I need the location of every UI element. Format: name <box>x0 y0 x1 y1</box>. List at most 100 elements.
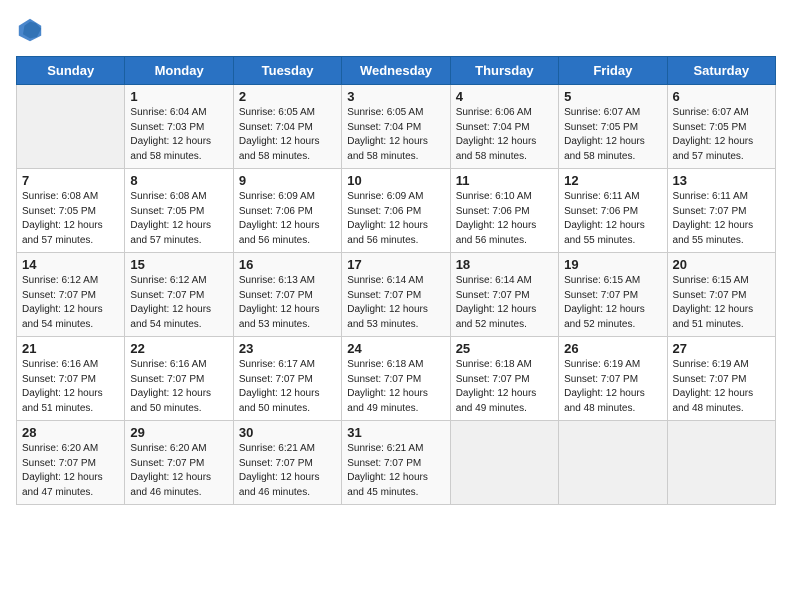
day-number: 4 <box>456 89 553 104</box>
day-info: Sunrise: 6:19 AM Sunset: 7:07 PM Dayligh… <box>673 358 770 416</box>
day-number: 13 <box>673 173 770 188</box>
calendar-cell: 20 Sunrise: 6:15 AM Sunset: 7:07 PM Dayli… <box>667 253 775 337</box>
day-number: 29 <box>130 425 227 440</box>
calendar-cell <box>667 421 775 505</box>
day-info: Sunrise: 6:08 AM Sunset: 7:05 PM Dayligh… <box>22 190 119 248</box>
calendar-week-5: 28 Sunrise: 6:20 AM Sunset: 7:07 PM Dayli… <box>17 421 776 505</box>
day-number: 27 <box>673 341 770 356</box>
day-number: 25 <box>456 341 553 356</box>
calendar-cell: 25 Sunrise: 6:18 AM Sunset: 7:07 PM Dayli… <box>450 337 558 421</box>
day-number: 2 <box>239 89 336 104</box>
calendar-cell: 19 Sunrise: 6:15 AM Sunset: 7:07 PM Dayli… <box>559 253 667 337</box>
day-number: 31 <box>347 425 444 440</box>
calendar-cell: 8 Sunrise: 6:08 AM Sunset: 7:05 PM Daylig… <box>125 169 233 253</box>
day-info: Sunrise: 6:14 AM Sunset: 7:07 PM Dayligh… <box>456 274 553 332</box>
weekday-saturday: Saturday <box>667 57 775 85</box>
calendar-cell: 13 Sunrise: 6:11 AM Sunset: 7:07 PM Dayli… <box>667 169 775 253</box>
day-number: 22 <box>130 341 227 356</box>
calendar-cell: 12Sunrise: 6:11 AM Sunset: 7:06 PM Dayli… <box>559 169 667 253</box>
day-info: Sunrise: 6:10 AM Sunset: 7:06 PM Dayligh… <box>456 190 553 248</box>
calendar-cell: 9 Sunrise: 6:09 AM Sunset: 7:06 PM Daylig… <box>233 169 341 253</box>
calendar-cell: 21Sunrise: 6:16 AM Sunset: 7:07 PM Dayli… <box>17 337 125 421</box>
weekday-thursday: Thursday <box>450 57 558 85</box>
day-number: 7 <box>22 173 119 188</box>
calendar-table: SundayMondayTuesdayWednesdayThursdayFrid… <box>16 56 776 505</box>
day-number: 1 <box>130 89 227 104</box>
day-info: Sunrise: 6:11 AM Sunset: 7:07 PM Dayligh… <box>673 190 770 248</box>
day-info: Sunrise: 6:13 AM Sunset: 7:07 PM Dayligh… <box>239 274 336 332</box>
day-info: Sunrise: 6:16 AM Sunset: 7:07 PM Dayligh… <box>130 358 227 416</box>
day-info: Sunrise: 6:05 AM Sunset: 7:04 PM Dayligh… <box>239 106 336 164</box>
page-header <box>16 16 776 44</box>
day-info: Sunrise: 6:21 AM Sunset: 7:07 PM Dayligh… <box>347 442 444 500</box>
day-info: Sunrise: 6:12 AM Sunset: 7:07 PM Dayligh… <box>22 274 119 332</box>
day-number: 19 <box>564 257 661 272</box>
day-info: Sunrise: 6:16 AM Sunset: 7:07 PM Dayligh… <box>22 358 119 416</box>
day-info: Sunrise: 6:04 AM Sunset: 7:03 PM Dayligh… <box>130 106 227 164</box>
calendar-week-3: 14 Sunrise: 6:12 AM Sunset: 7:07 PM Dayli… <box>17 253 776 337</box>
calendar-cell: 15 Sunrise: 6:12 AM Sunset: 7:07 PM Dayli… <box>125 253 233 337</box>
calendar-cell: 28Sunrise: 6:20 AM Sunset: 7:07 PM Dayli… <box>17 421 125 505</box>
calendar-body: 1 Sunrise: 6:04 AM Sunset: 7:03 PM Daylig… <box>17 85 776 505</box>
day-info: Sunrise: 6:18 AM Sunset: 7:07 PM Dayligh… <box>456 358 553 416</box>
day-info: Sunrise: 6:11 AM Sunset: 7:06 PM Dayligh… <box>564 190 661 248</box>
day-number: 23 <box>239 341 336 356</box>
day-number: 14 <box>22 257 119 272</box>
day-number: 15 <box>130 257 227 272</box>
calendar-cell: 2 Sunrise: 6:05 AM Sunset: 7:04 PM Daylig… <box>233 85 341 169</box>
day-info: Sunrise: 6:15 AM Sunset: 7:07 PM Dayligh… <box>564 274 661 332</box>
calendar-cell: 1 Sunrise: 6:04 AM Sunset: 7:03 PM Daylig… <box>125 85 233 169</box>
day-number: 30 <box>239 425 336 440</box>
calendar-cell: 6Sunrise: 6:07 AM Sunset: 7:05 PM Daylig… <box>667 85 775 169</box>
weekday-header-row: SundayMondayTuesdayWednesdayThursdayFrid… <box>17 57 776 85</box>
calendar-cell: 23 Sunrise: 6:17 AM Sunset: 7:07 PM Dayli… <box>233 337 341 421</box>
day-number: 20 <box>673 257 770 272</box>
day-info: Sunrise: 6:21 AM Sunset: 7:07 PM Dayligh… <box>239 442 336 500</box>
day-info: Sunrise: 6:07 AM Sunset: 7:05 PM Dayligh… <box>564 106 661 164</box>
calendar-week-1: 1 Sunrise: 6:04 AM Sunset: 7:03 PM Daylig… <box>17 85 776 169</box>
day-info: Sunrise: 6:06 AM Sunset: 7:04 PM Dayligh… <box>456 106 553 164</box>
weekday-monday: Monday <box>125 57 233 85</box>
weekday-tuesday: Tuesday <box>233 57 341 85</box>
day-number: 10 <box>347 173 444 188</box>
calendar-cell: 4 Sunrise: 6:06 AM Sunset: 7:04 PM Daylig… <box>450 85 558 169</box>
day-number: 9 <box>239 173 336 188</box>
calendar-week-4: 21Sunrise: 6:16 AM Sunset: 7:07 PM Dayli… <box>17 337 776 421</box>
logo-icon <box>16 16 44 44</box>
calendar-cell: 14 Sunrise: 6:12 AM Sunset: 7:07 PM Dayli… <box>17 253 125 337</box>
day-info: Sunrise: 6:19 AM Sunset: 7:07 PM Dayligh… <box>564 358 661 416</box>
calendar-cell: 29 Sunrise: 6:20 AM Sunset: 7:07 PM Dayli… <box>125 421 233 505</box>
calendar-cell <box>559 421 667 505</box>
day-info: Sunrise: 6:17 AM Sunset: 7:07 PM Dayligh… <box>239 358 336 416</box>
calendar-cell: 5Sunrise: 6:07 AM Sunset: 7:05 PM Daylig… <box>559 85 667 169</box>
calendar-cell: 3 Sunrise: 6:05 AM Sunset: 7:04 PM Daylig… <box>342 85 450 169</box>
day-number: 3 <box>347 89 444 104</box>
calendar-header: SundayMondayTuesdayWednesdayThursdayFrid… <box>17 57 776 85</box>
calendar-cell: 16 Sunrise: 6:13 AM Sunset: 7:07 PM Dayli… <box>233 253 341 337</box>
day-number: 16 <box>239 257 336 272</box>
day-info: Sunrise: 6:20 AM Sunset: 7:07 PM Dayligh… <box>130 442 227 500</box>
calendar-week-2: 7 Sunrise: 6:08 AM Sunset: 7:05 PM Daylig… <box>17 169 776 253</box>
day-info: Sunrise: 6:08 AM Sunset: 7:05 PM Dayligh… <box>130 190 227 248</box>
day-info: Sunrise: 6:09 AM Sunset: 7:06 PM Dayligh… <box>347 190 444 248</box>
calendar-cell: 7 Sunrise: 6:08 AM Sunset: 7:05 PM Daylig… <box>17 169 125 253</box>
calendar-cell: 22 Sunrise: 6:16 AM Sunset: 7:07 PM Dayli… <box>125 337 233 421</box>
day-number: 6 <box>673 89 770 104</box>
calendar-cell: 11Sunrise: 6:10 AM Sunset: 7:06 PM Dayli… <box>450 169 558 253</box>
calendar-cell: 26 Sunrise: 6:19 AM Sunset: 7:07 PM Dayli… <box>559 337 667 421</box>
calendar-cell <box>450 421 558 505</box>
day-info: Sunrise: 6:15 AM Sunset: 7:07 PM Dayligh… <box>673 274 770 332</box>
day-number: 18 <box>456 257 553 272</box>
day-info: Sunrise: 6:05 AM Sunset: 7:04 PM Dayligh… <box>347 106 444 164</box>
day-info: Sunrise: 6:12 AM Sunset: 7:07 PM Dayligh… <box>130 274 227 332</box>
calendar-cell: 27 Sunrise: 6:19 AM Sunset: 7:07 PM Dayli… <box>667 337 775 421</box>
weekday-friday: Friday <box>559 57 667 85</box>
day-number: 26 <box>564 341 661 356</box>
calendar-cell: 24Sunrise: 6:18 AM Sunset: 7:07 PM Dayli… <box>342 337 450 421</box>
day-number: 8 <box>130 173 227 188</box>
weekday-wednesday: Wednesday <box>342 57 450 85</box>
day-info: Sunrise: 6:09 AM Sunset: 7:06 PM Dayligh… <box>239 190 336 248</box>
day-number: 28 <box>22 425 119 440</box>
day-info: Sunrise: 6:18 AM Sunset: 7:07 PM Dayligh… <box>347 358 444 416</box>
calendar-cell <box>17 85 125 169</box>
